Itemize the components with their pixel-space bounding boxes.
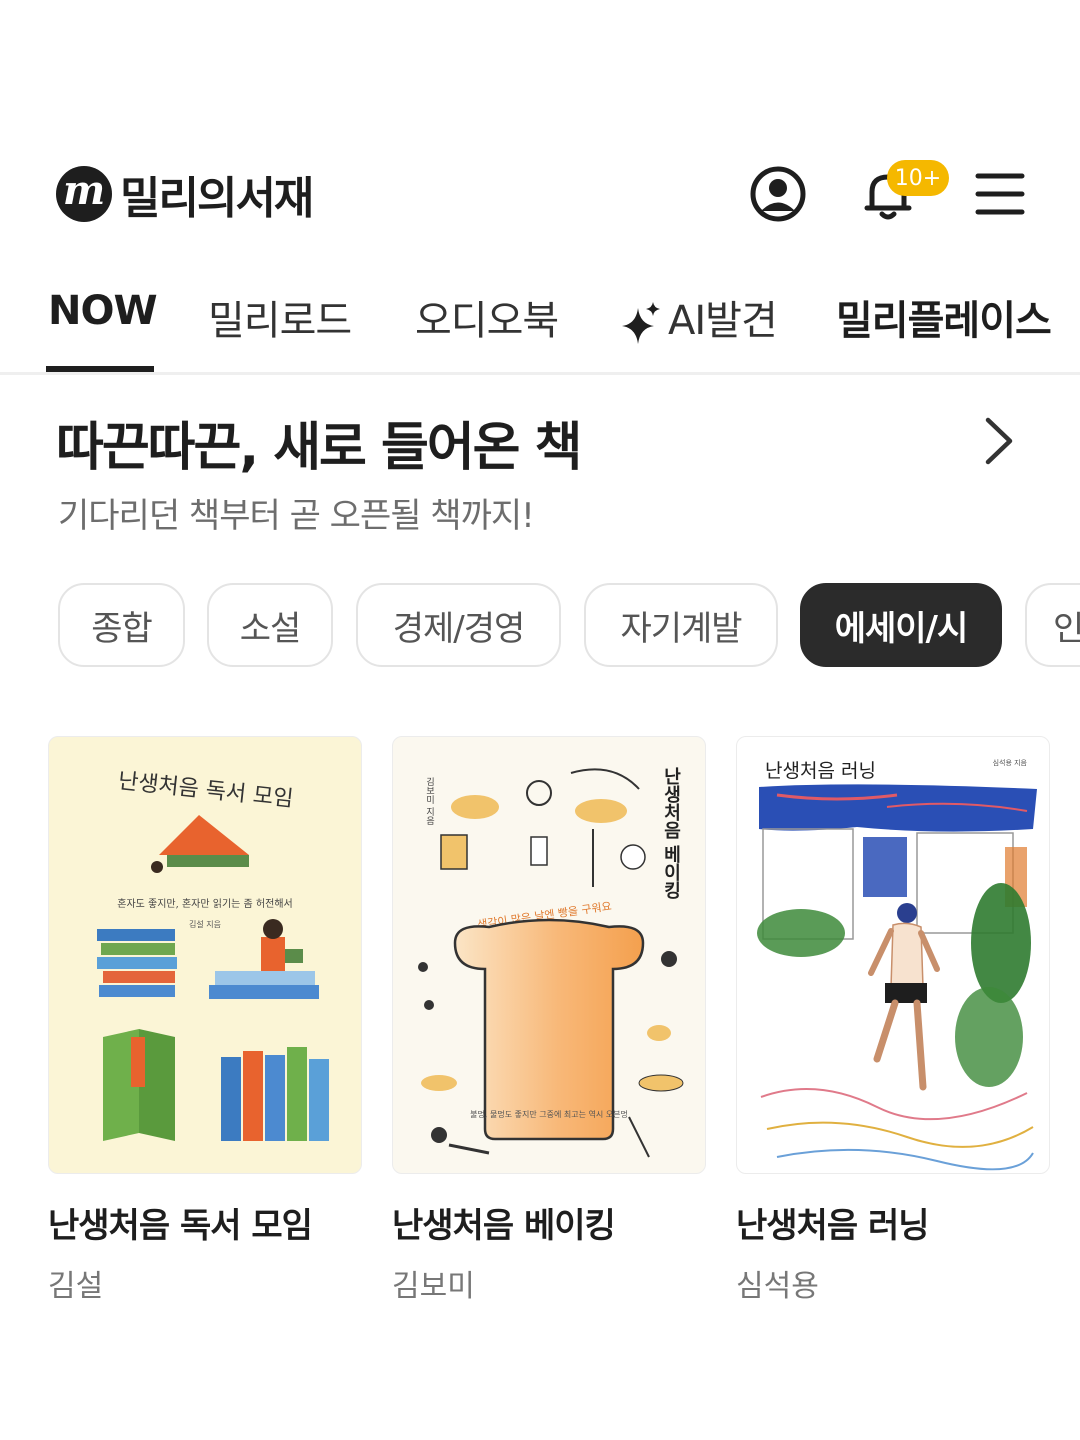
category-chip-economy[interactable]: 경제/경영 bbox=[356, 583, 561, 667]
book-cover-illustration: 난생처음 러닝 심석용 지음 bbox=[757, 758, 1037, 1171]
app-logo[interactable]: m 밀리의서재 bbox=[56, 162, 314, 226]
cover-title-text: 난생처음 독서 모임 bbox=[117, 769, 295, 812]
app-header: m 밀리의서재 10+ bbox=[0, 150, 1080, 234]
cover-title-text: 난생처음 베이킹 bbox=[661, 767, 682, 900]
active-tab-indicator bbox=[46, 366, 154, 372]
sparkle-icon bbox=[622, 302, 660, 344]
tab-milli-place[interactable]: 밀리플레이스 bbox=[836, 288, 1052, 346]
tab-ai-label: AI발견 bbox=[668, 298, 778, 344]
hamburger-menu-icon[interactable] bbox=[970, 164, 1030, 224]
book-title[interactable]: 난생처음 베이킹 bbox=[392, 1198, 706, 1247]
cover-author-text: 김보미 지음 bbox=[424, 776, 434, 825]
book-card[interactable]: 난생처음 러닝 심석용 지음 난생처음 러닝 심석용 bbox=[736, 736, 1050, 1305]
book-title[interactable]: 난생처음 러닝 bbox=[736, 1198, 1050, 1247]
category-chip-essay-poetry[interactable]: 에세이/시 bbox=[800, 583, 1002, 667]
section-subtitle: 기다리던 책부터 곧 오픈될 책까지! bbox=[58, 496, 535, 536]
tab-now[interactable]: NOW bbox=[48, 288, 158, 334]
profile-icon[interactable] bbox=[748, 164, 808, 224]
book-cover[interactable]: 김보미 지음 난생처음 베이킹 생각이 많은 날엔 빵을 구워요 불멍, 물멍도… bbox=[392, 736, 706, 1174]
tab-milli-road[interactable]: 밀리로드 bbox=[208, 288, 352, 346]
logo-mark-icon: m bbox=[56, 166, 112, 222]
book-card[interactable]: 난생처음 독서 모임 혼자도 좋지만, 혼자만 읽기는 좀 허전해서 김설 지음 bbox=[48, 736, 362, 1305]
category-chip-partial[interactable]: 인 bbox=[1025, 583, 1080, 667]
top-tab-bar: NOW 밀리로드 오디오북 AI발견 밀리플레이스 bbox=[0, 270, 1080, 375]
book-author: 김설 bbox=[48, 1269, 104, 1304]
book-cover-illustration: 김보미 지음 난생처음 베이킹 생각이 많은 날엔 빵을 구워요 불멍, 물멍도… bbox=[418, 767, 684, 1158]
book-author: 김보미 bbox=[392, 1269, 475, 1304]
book-author: 심석용 bbox=[736, 1269, 819, 1304]
book-card[interactable]: 김보미 지음 난생처음 베이킹 생각이 많은 날엔 빵을 구워요 불멍, 물멍도… bbox=[392, 736, 706, 1305]
app-name: 밀리의서재 bbox=[120, 173, 314, 224]
category-chip-self-dev[interactable]: 자기계발 bbox=[584, 583, 778, 667]
notification-badge: 10+ bbox=[887, 160, 949, 196]
cover-subtitle-text: 혼자도 좋지만, 혼자만 읽기는 좀 허전해서 bbox=[117, 897, 292, 910]
book-cover[interactable]: 난생처음 러닝 심석용 지음 bbox=[736, 736, 1050, 1174]
tab-audiobook[interactable]: 오디오북 bbox=[415, 288, 559, 346]
category-chip-overall[interactable]: 종합 bbox=[58, 583, 185, 667]
tab-ai-discovery[interactable]: AI발견 bbox=[620, 288, 778, 346]
cover-bottom-text: 불멍, 물멍도 좋지만 그중에 최고는 역시 오븐멍 bbox=[470, 1109, 628, 1119]
cover-title-text: 난생처음 러닝 bbox=[765, 760, 876, 782]
cover-author-text: 김설 지음 bbox=[189, 919, 221, 929]
category-chip-novel[interactable]: 소설 bbox=[207, 583, 333, 667]
book-cover-illustration: 난생처음 독서 모임 혼자도 좋지만, 혼자만 읽기는 좀 허전해서 김설 지음 bbox=[97, 769, 329, 1141]
book-cover[interactable]: 난생처음 독서 모임 혼자도 좋지만, 혼자만 읽기는 좀 허전해서 김설 지음 bbox=[48, 736, 362, 1174]
book-title[interactable]: 난생처음 독서 모임 bbox=[48, 1198, 362, 1247]
cover-author-text: 심석용 지음 bbox=[993, 758, 1028, 767]
section-title[interactable]: 따끈따끈, 새로 들어온 책 bbox=[56, 405, 582, 480]
chevron-right-icon[interactable] bbox=[978, 414, 1018, 468]
